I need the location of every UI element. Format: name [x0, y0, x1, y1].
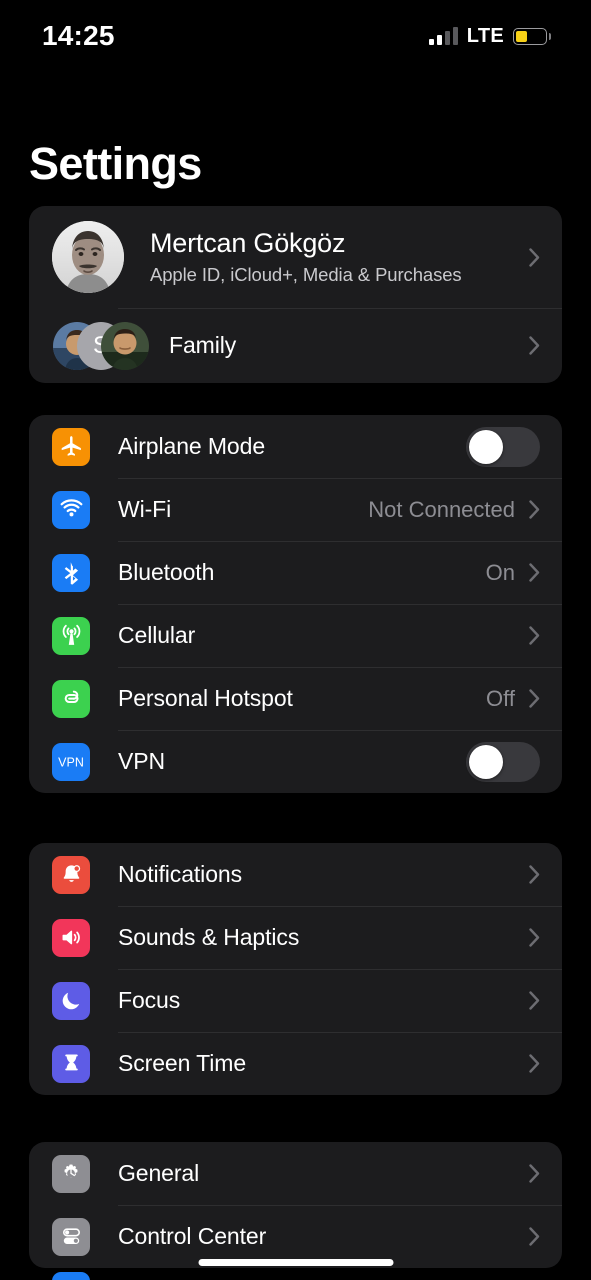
chevron-right-icon — [529, 1054, 540, 1073]
apple-account-row[interactable]: Mertcan Gökgöz Apple ID, iCloud+, Media … — [29, 206, 562, 308]
family-avatar-3 — [101, 321, 149, 370]
bell-icon — [52, 855, 90, 894]
cellular-antenna-icon — [52, 616, 90, 655]
family-row[interactable]: S Family — [29, 308, 562, 383]
chevron-right-icon — [529, 865, 540, 884]
network-type-label: LTE — [466, 24, 504, 47]
hourglass-icon — [52, 1044, 90, 1083]
chevron-right-icon — [529, 1164, 540, 1183]
settings-row-notifications[interactable]: Notifications — [29, 843, 562, 906]
status-bar-time: 14:25 — [42, 20, 115, 51]
chevron-right-icon — [529, 1227, 540, 1246]
family-label: Family — [169, 332, 237, 358]
page-title: Settings — [29, 138, 202, 189]
battery-icon — [513, 27, 551, 45]
control-center-icon — [52, 1217, 90, 1256]
bluetooth-icon — [52, 553, 90, 592]
wifi-icon — [52, 490, 90, 529]
settings-row-label: Sounds & Haptics — [118, 924, 300, 950]
wifi-status-value: Not Connected — [368, 496, 515, 522]
chevron-right-icon — [529, 563, 540, 582]
chevron-right-icon — [529, 247, 540, 267]
status-bar: 14:25 LTE — [0, 0, 591, 72]
settings-row-vpn[interactable]: VPN VPN — [29, 730, 562, 793]
system-card: General Control Center — [29, 1142, 562, 1268]
toggle-knob — [469, 744, 503, 779]
settings-row-personal-hotspot[interactable]: Personal Hotspot Off — [29, 667, 562, 730]
svg-text:VPN: VPN — [58, 755, 84, 769]
alerts-card: Notifications Sounds & Haptics Focus Scr… — [29, 843, 562, 1095]
cellular-signal-icon — [428, 27, 458, 45]
settings-row-label: Screen Time — [118, 1050, 247, 1076]
chevron-right-icon — [529, 928, 540, 947]
account-name: Mertcan Gökgöz — [150, 227, 346, 258]
chevron-right-icon — [529, 689, 540, 708]
settings-row-label: Control Center — [118, 1223, 267, 1249]
profile-avatar — [52, 221, 124, 293]
settings-screen: 14:25 LTE Settings Mertcan Gökgöz Apple … — [0, 0, 591, 1280]
gear-icon — [52, 1154, 90, 1193]
settings-row-label: General — [118, 1160, 200, 1186]
settings-row-cellular[interactable]: Cellular — [29, 604, 562, 667]
settings-row-label: Notifications — [118, 861, 242, 887]
account-card: Mertcan Gökgöz Apple ID, iCloud+, Media … — [29, 206, 562, 383]
chevron-right-icon — [529, 626, 540, 645]
settings-row-label: Cellular — [118, 622, 196, 648]
status-bar-indicators: LTE — [428, 24, 551, 48]
airplane-mode-toggle[interactable] — [466, 426, 540, 467]
toggle-knob — [469, 429, 503, 464]
settings-row-screen-time[interactable]: Screen Time — [29, 1032, 562, 1095]
airplane-icon — [52, 427, 90, 466]
chevron-right-icon — [529, 500, 540, 519]
speaker-icon — [52, 918, 90, 957]
vpn-icon: VPN — [52, 742, 90, 781]
settings-row-airplane-mode[interactable]: Airplane Mode — [29, 415, 562, 478]
settings-row-focus[interactable]: Focus — [29, 969, 562, 1032]
settings-row-bluetooth[interactable]: Bluetooth On — [29, 541, 562, 604]
settings-row-label: Airplane Mode — [118, 433, 266, 459]
connectivity-card: Airplane Mode Wi-Fi Not Connected Blueto… — [29, 415, 562, 793]
settings-row-sounds-haptics[interactable]: Sounds & Haptics — [29, 906, 562, 969]
settings-row-label: Wi-Fi — [118, 496, 172, 522]
moon-icon — [52, 981, 90, 1020]
family-avatar-stack: S — [53, 321, 149, 370]
next-settings-row-icon-partial — [52, 1272, 90, 1280]
hotspot-link-icon — [52, 679, 90, 718]
account-text-block: Mertcan Gökgöz Apple ID, iCloud+, Media … — [150, 228, 529, 286]
settings-row-general[interactable]: General — [29, 1142, 562, 1205]
account-subtitle: Apple ID, iCloud+, Media & Purchases — [150, 264, 462, 286]
settings-row-label: Focus — [118, 987, 181, 1013]
hotspot-status-value: Off — [486, 685, 515, 711]
bluetooth-status-value: On — [485, 559, 515, 585]
settings-row-label: VPN — [118, 748, 165, 774]
home-indicator[interactable] — [198, 1259, 393, 1266]
vpn-toggle[interactable] — [466, 741, 540, 782]
settings-row-wifi[interactable]: Wi-Fi Not Connected — [29, 478, 562, 541]
chevron-right-icon — [529, 991, 540, 1010]
settings-row-label: Bluetooth — [118, 559, 215, 585]
chevron-right-icon — [529, 336, 540, 355]
settings-row-label: Personal Hotspot — [118, 685, 293, 711]
